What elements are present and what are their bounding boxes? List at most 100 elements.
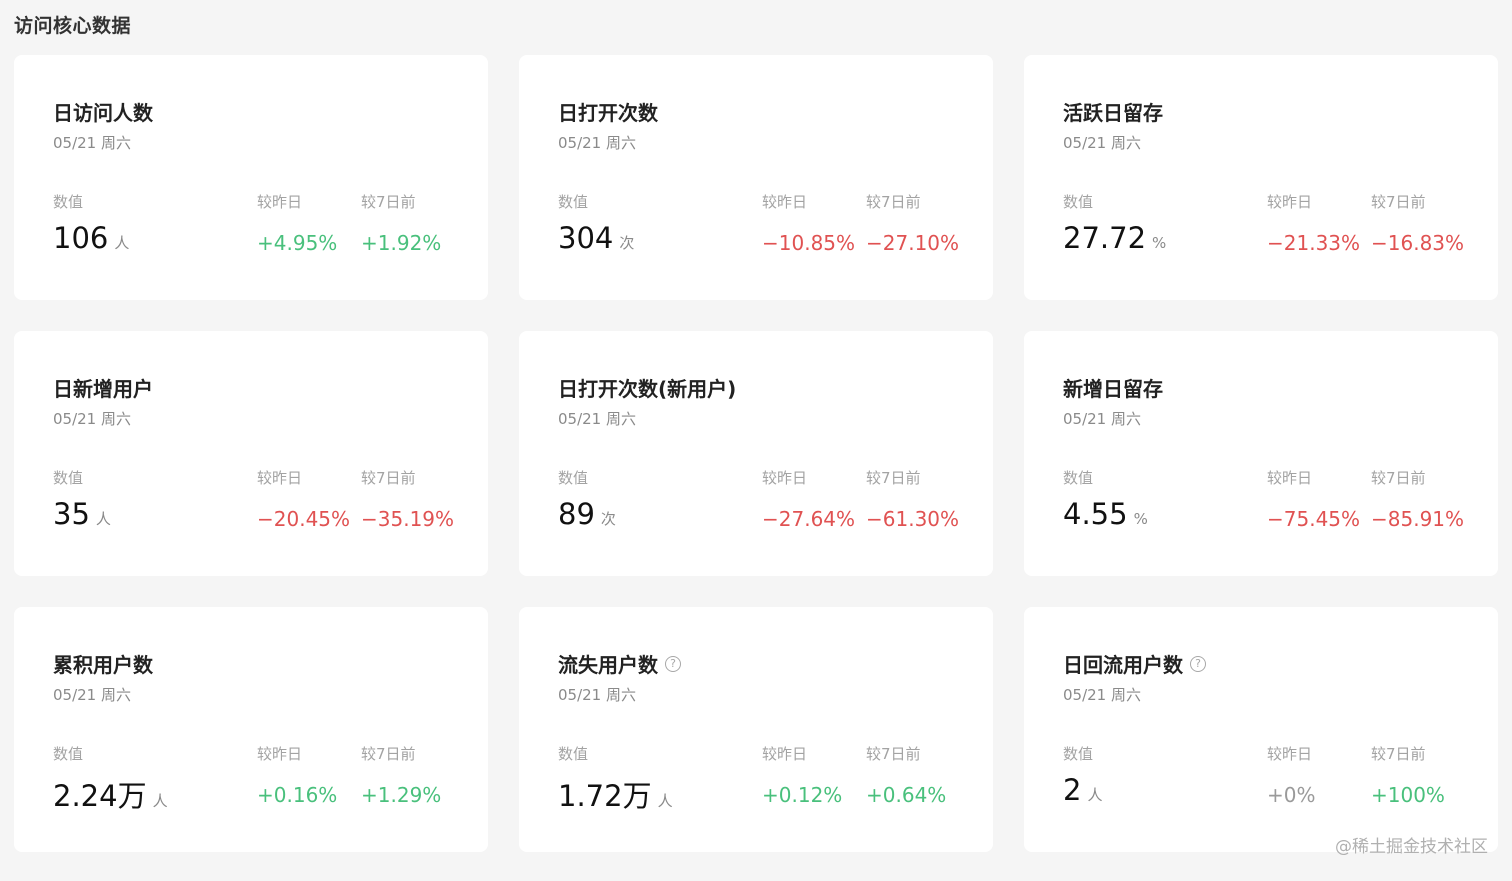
card-title-text: 日新增用户 bbox=[53, 377, 153, 401]
value-label: 数值 bbox=[1063, 469, 1094, 487]
day-over-day-change: +0.12% bbox=[762, 783, 843, 807]
card-date: 05/21 周六 bbox=[1063, 134, 1141, 152]
card-date: 05/21 周六 bbox=[53, 686, 131, 704]
day-over-day-change: −20.45% bbox=[257, 507, 351, 531]
day-over-day-label: 较昨日 bbox=[1267, 745, 1313, 763]
metric-value: 106 人 bbox=[53, 221, 129, 255]
metric-card: 新增日留存 05/21 周六 数值 较昨日 较7日前 4.55% −75.45% −85.91… bbox=[1024, 331, 1498, 576]
card-title-text: 活跃日留存 bbox=[1063, 101, 1163, 125]
metric-card: 日新增用户 05/21 周六 数值 较昨日 较7日前 35 人 −20.45% −35.19% bbox=[14, 331, 488, 576]
card-title: 活跃日留存 bbox=[1063, 97, 1163, 126]
metric-value-unit: 人 bbox=[114, 234, 130, 252]
week-over-week-label: 较7日前 bbox=[866, 469, 921, 487]
metric-value-unit: 次 bbox=[619, 234, 635, 252]
week-over-week-change: −61.30% bbox=[866, 507, 960, 531]
day-over-day-label: 较昨日 bbox=[762, 193, 808, 211]
metric-value-unit: 人 bbox=[657, 792, 673, 810]
day-over-day-label: 较昨日 bbox=[1267, 193, 1313, 211]
card-date: 05/21 周六 bbox=[558, 134, 636, 152]
card-date: 05/21 周六 bbox=[53, 410, 131, 428]
value-label: 数值 bbox=[53, 193, 84, 211]
metric-card: 日访问人数 05/21 周六 数值 较昨日 较7日前 106 人 +4.95% +1.92% bbox=[14, 55, 488, 300]
week-over-week-label: 较7日前 bbox=[866, 193, 921, 211]
value-label: 数值 bbox=[53, 469, 84, 487]
card-title: 日打开次数 bbox=[558, 97, 658, 126]
card-title-text: 日打开次数 bbox=[558, 101, 658, 125]
help-icon[interactable]: ? bbox=[665, 655, 681, 672]
metric-value: 2.24万人 bbox=[53, 773, 168, 815]
metric-value: 4.55% bbox=[1063, 497, 1148, 531]
metric-value-number: 2.24万 bbox=[53, 779, 147, 813]
day-over-day-change: +0% bbox=[1267, 783, 1316, 807]
value-label: 数值 bbox=[1063, 745, 1094, 763]
card-title: 日访问人数 bbox=[53, 97, 153, 126]
card-title: 日打开次数(新用户) bbox=[558, 373, 736, 402]
week-over-week-change: +100% bbox=[1371, 783, 1445, 807]
card-title: 累积用户数 bbox=[53, 649, 153, 678]
week-over-week-change: −85.91% bbox=[1371, 507, 1465, 531]
metric-value-unit: 人 bbox=[95, 510, 111, 528]
metric-value-number: 304 bbox=[558, 221, 614, 255]
card-date: 05/21 周六 bbox=[558, 410, 636, 428]
week-over-week-change: −16.83% bbox=[1371, 231, 1465, 255]
card-title-text: 流失用户数 bbox=[558, 653, 658, 677]
week-over-week-label: 较7日前 bbox=[1371, 745, 1426, 763]
metric-card: 流失用户数? 05/21 周六 数值 较昨日 较7日前 1.72万人 +0.12% +0.64… bbox=[519, 607, 993, 852]
week-over-week-label: 较7日前 bbox=[1371, 469, 1426, 487]
day-over-day-label: 较昨日 bbox=[257, 745, 303, 763]
card-title: 日回流用户数? bbox=[1063, 649, 1206, 678]
day-over-day-label: 较昨日 bbox=[257, 193, 303, 211]
metric-value-unit: 人 bbox=[1087, 786, 1103, 804]
metric-value: 89 次 bbox=[558, 497, 616, 531]
day-over-day-label: 较昨日 bbox=[762, 745, 808, 763]
metric-card: 活跃日留存 05/21 周六 数值 较昨日 较7日前 27.72% −21.33% −16.8… bbox=[1024, 55, 1498, 300]
day-over-day-change: −10.85% bbox=[762, 231, 856, 255]
card-title-text: 累积用户数 bbox=[53, 653, 153, 677]
day-over-day-label: 较昨日 bbox=[762, 469, 808, 487]
metrics-grid: 日访问人数 05/21 周六 数值 较昨日 较7日前 106 人 +4.95% +1.92% 日… bbox=[14, 55, 1498, 852]
day-over-day-label: 较昨日 bbox=[1267, 469, 1313, 487]
card-date: 05/21 周六 bbox=[1063, 410, 1141, 428]
metric-value: 2人 bbox=[1063, 773, 1102, 807]
metric-card: 日打开次数(新用户) 05/21 周六 数值 较昨日 较7日前 89 次 −27.64% −61… bbox=[519, 331, 993, 576]
card-title-text: 日访问人数 bbox=[53, 101, 153, 125]
day-over-day-change: +0.16% bbox=[257, 783, 338, 807]
metric-card: 日回流用户数? 05/21 周六 数值 较昨日 较7日前 2 人 +0% +100% bbox=[1024, 607, 1498, 852]
week-over-week-change: −35.19% bbox=[361, 507, 455, 531]
metric-value: 35 人 bbox=[53, 497, 111, 531]
watermark: @稀土掘金技术社区 bbox=[1335, 837, 1488, 857]
week-over-week-label: 较7日前 bbox=[361, 745, 416, 763]
metric-value-unit: 次 bbox=[600, 510, 616, 528]
day-over-day-label: 较昨日 bbox=[257, 469, 303, 487]
metric-card: 日打开次数 05/21 周六 数值 较昨日 较7日前 304 次 −10.85% −27.10% bbox=[519, 55, 993, 300]
card-title-text: 新增日留存 bbox=[1063, 377, 1163, 401]
card-title: 新增日留存 bbox=[1063, 373, 1163, 402]
card-title: 流失用户数? bbox=[558, 649, 681, 678]
card-date: 05/21 周六 bbox=[1063, 686, 1141, 704]
week-over-week-label: 较7日前 bbox=[866, 745, 921, 763]
week-over-week-change: +1.92% bbox=[361, 231, 442, 255]
week-over-week-label: 较7日前 bbox=[361, 469, 416, 487]
week-over-week-label: 较7日前 bbox=[1371, 193, 1426, 211]
week-over-week-change: −27.10% bbox=[866, 231, 960, 255]
metric-value-number: 35 bbox=[53, 497, 90, 531]
day-over-day-change: −75.45% bbox=[1267, 507, 1361, 531]
value-label: 数值 bbox=[1063, 193, 1094, 211]
metric-value: 1.72万人 bbox=[558, 773, 673, 815]
week-over-week-change: +0.64% bbox=[866, 783, 947, 807]
metric-value-unit: % bbox=[1133, 510, 1148, 528]
metric-value-number: 2 bbox=[1063, 773, 1082, 807]
help-icon[interactable]: ? bbox=[1190, 655, 1206, 672]
metric-value-unit: 人 bbox=[152, 792, 168, 810]
day-over-day-change: −27.64% bbox=[762, 507, 856, 531]
value-label: 数值 bbox=[558, 745, 589, 763]
card-title: 日新增用户 bbox=[53, 373, 153, 402]
metric-value-number: 106 bbox=[53, 221, 109, 255]
metric-value-number: 89 bbox=[558, 497, 595, 531]
week-over-week-label: 较7日前 bbox=[361, 193, 416, 211]
metric-value-number: 1.72万 bbox=[558, 779, 652, 813]
value-label: 数值 bbox=[558, 469, 589, 487]
value-label: 数值 bbox=[558, 193, 589, 211]
day-over-day-change: +4.95% bbox=[257, 231, 338, 255]
card-date: 05/21 周六 bbox=[53, 134, 131, 152]
